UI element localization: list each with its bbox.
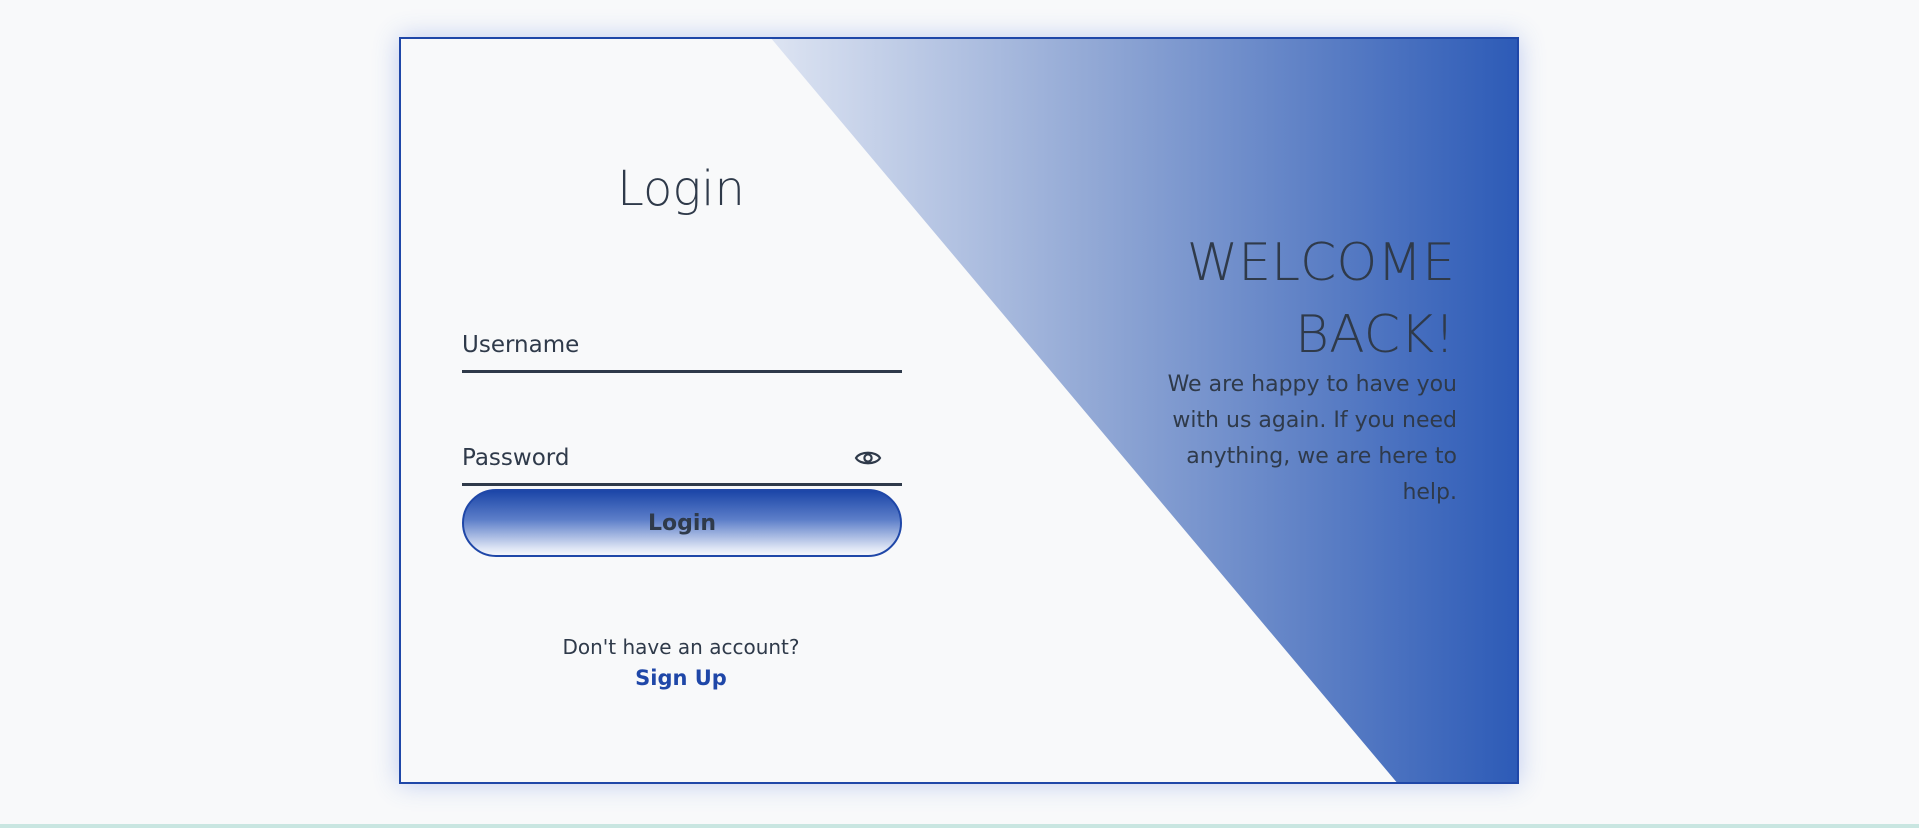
page: Login Login Don't have an account? Sign … — [0, 0, 1919, 828]
username-input[interactable] — [462, 319, 902, 370]
signup-link[interactable]: Sign Up — [401, 666, 961, 690]
login-button[interactable]: Login — [462, 489, 902, 557]
login-card: Login Login Don't have an account? Sign … — [399, 37, 1519, 784]
password-input[interactable] — [462, 432, 902, 483]
login-title: Login — [617, 161, 745, 217]
username-field — [462, 319, 902, 373]
bottom-divider — [0, 824, 1919, 828]
welcome-message: We are happy to have you with us again. … — [1167, 372, 1457, 505]
password-field — [462, 432, 902, 486]
welcome-heading: WELCOME BACK! — [1186, 233, 1455, 365]
eye-icon[interactable] — [854, 448, 882, 468]
signup-prompt: Don't have an account? — [562, 635, 800, 659]
